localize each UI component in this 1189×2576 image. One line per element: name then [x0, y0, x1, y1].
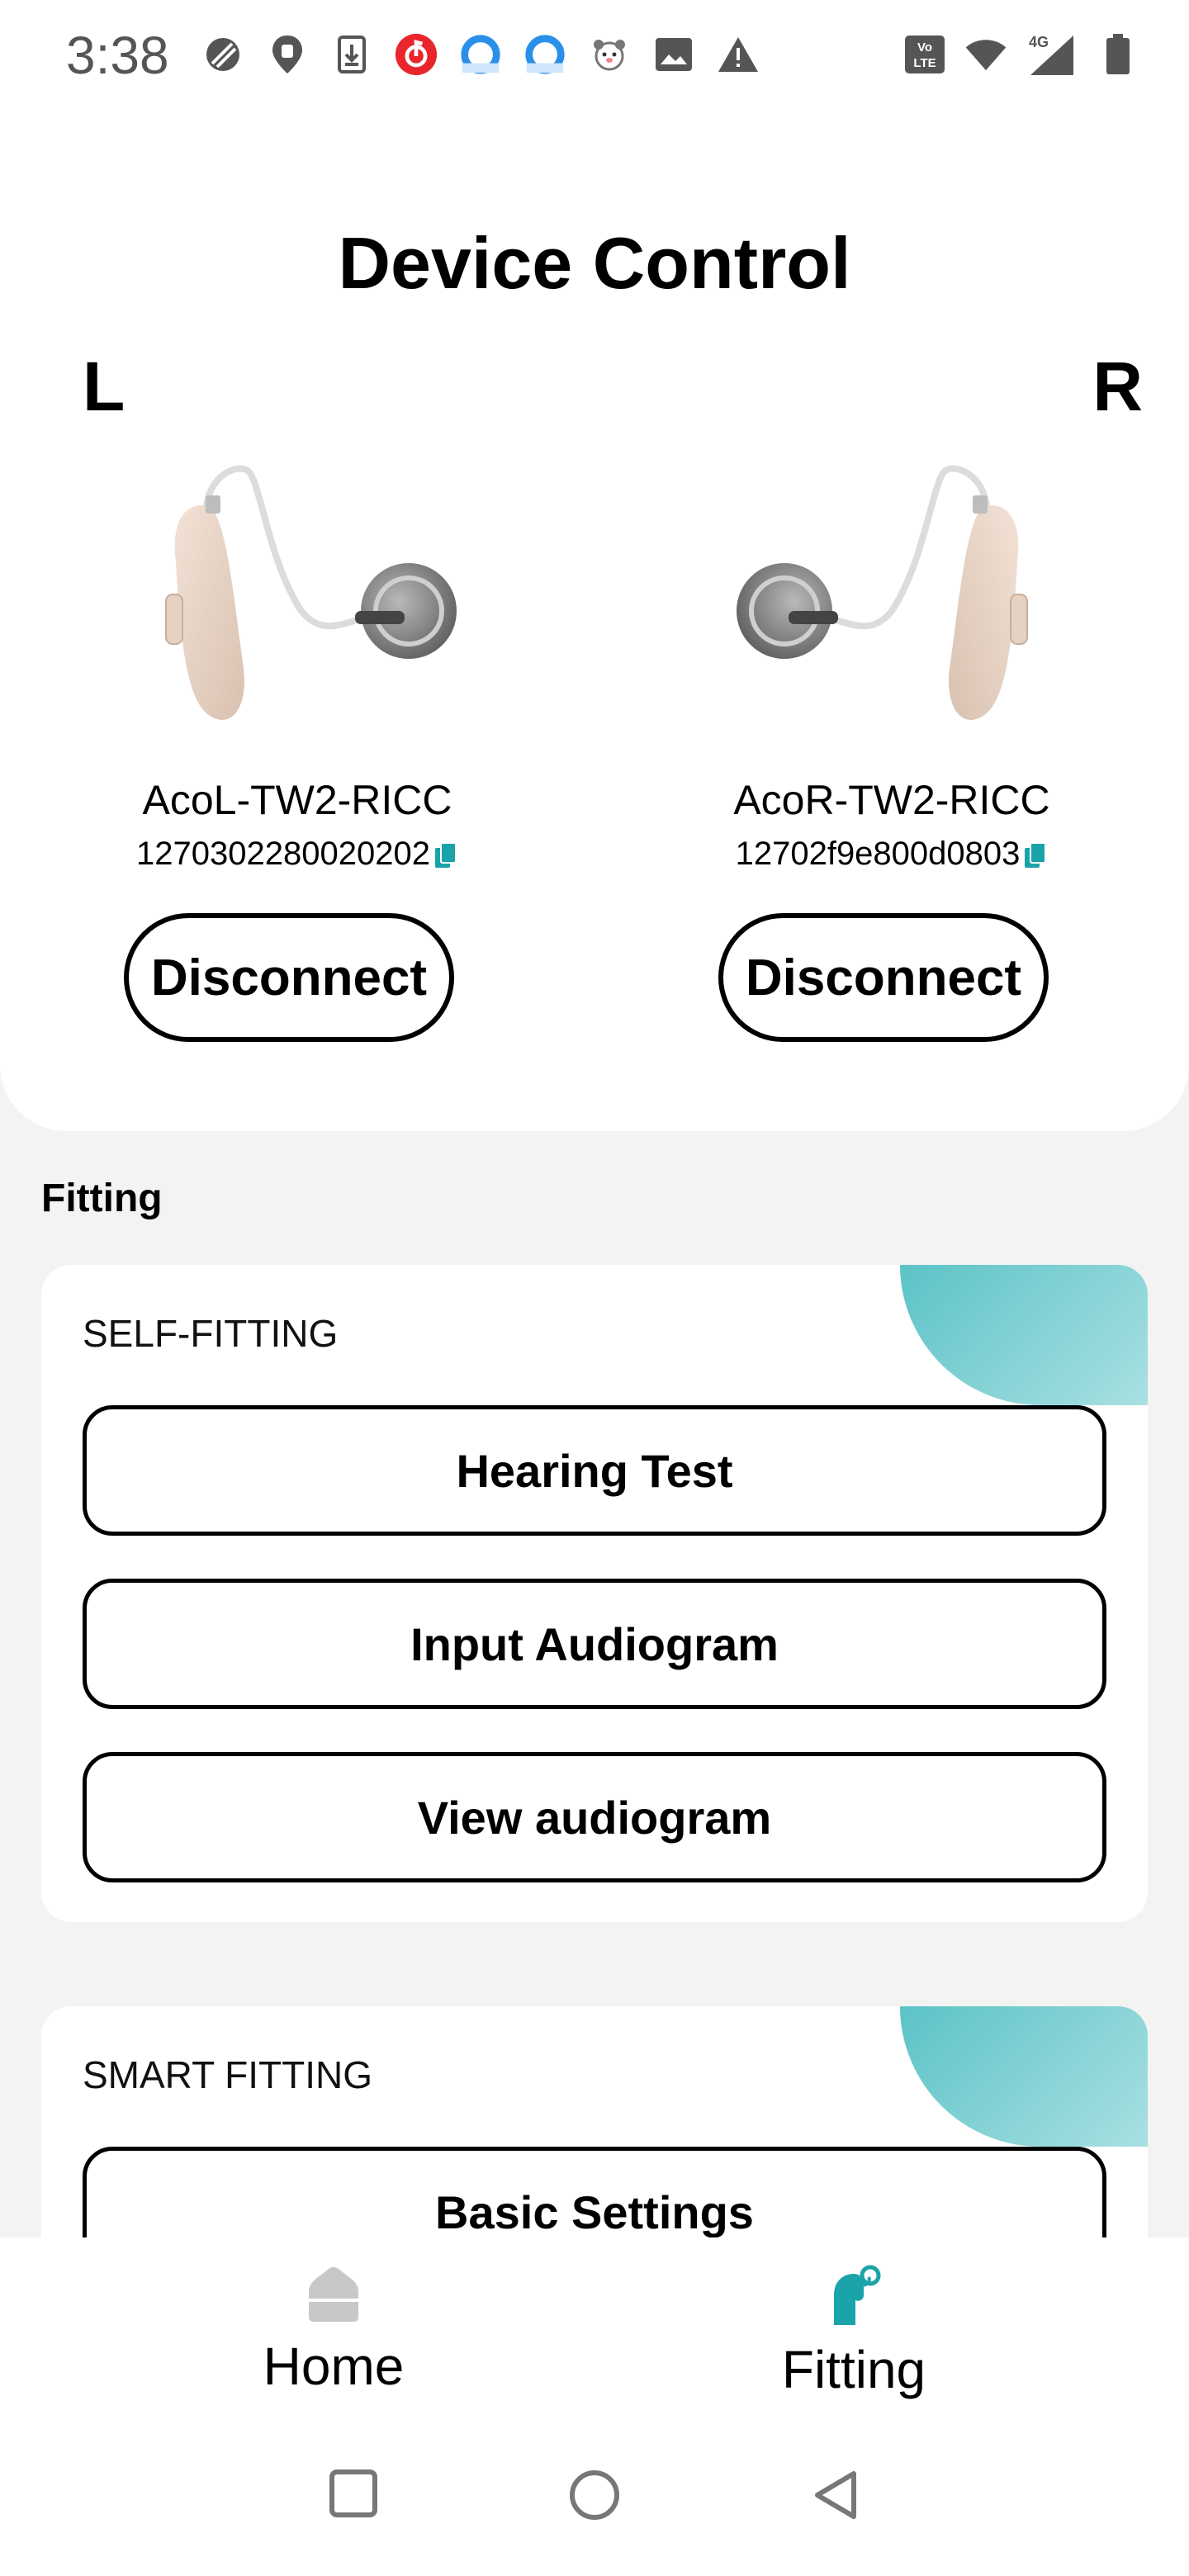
- page-title: Device Control: [338, 222, 851, 304]
- music-icon: [395, 33, 438, 76]
- left-disconnect-button[interactable]: Disconnect: [124, 913, 454, 1042]
- copy-icon[interactable]: [1023, 841, 1048, 869]
- pet-icon: [588, 33, 631, 76]
- nav-home-label: Home: [263, 2337, 405, 2396]
- notification-icons: [201, 33, 760, 76]
- system-status-icons: Vo LTE 4G: [903, 33, 1139, 76]
- browser-icon: [523, 33, 566, 76]
- left-hearing-aid-image: [144, 462, 458, 743]
- warning-icon: [717, 33, 760, 76]
- home-icon: [302, 2266, 365, 2328]
- smart-fitting-title: SMART FITTING: [83, 2053, 372, 2096]
- volte-icon: Vo LTE: [903, 33, 946, 76]
- right-side-label: R: [1092, 348, 1143, 425]
- status-bar: 3:38 Vo LTE 4G: [0, 0, 1189, 116]
- right-hearing-aid-image: [735, 462, 1049, 743]
- card-decoration: [900, 1265, 1148, 1405]
- input-audiogram-button[interactable]: Input Audiogram: [83, 1579, 1106, 1709]
- left-device-name: AcoL-TW2-RICC: [142, 777, 452, 823]
- nav-home[interactable]: Home: [168, 2262, 499, 2397]
- fitting-section-title: Fitting: [41, 1177, 163, 1220]
- nav-fitting-label: Fitting: [781, 2340, 926, 2399]
- dnd-icon: [201, 33, 244, 76]
- browser-icon: [459, 33, 502, 76]
- back-button[interactable]: [811, 2469, 860, 2526]
- right-serial-text: 12702f9e800d0803: [735, 836, 1021, 872]
- left-device-serial: 1270302280020202: [66, 836, 528, 873]
- download-icon: [330, 33, 373, 76]
- card-decoration: [900, 2006, 1148, 2147]
- left-side-label: L: [83, 348, 126, 425]
- nav-fitting[interactable]: Fitting: [689, 2262, 1019, 2400]
- image-icon: [652, 33, 695, 76]
- recents-button[interactable]: [329, 2469, 378, 2522]
- left-serial-text: 1270302280020202: [136, 836, 430, 872]
- self-fitting-card: SELF-FITTING Hearing Test Input Audiogra…: [41, 1265, 1148, 1922]
- svg-text:LTE: LTE: [913, 56, 936, 70]
- signal-4g-icon: 4G: [1026, 33, 1078, 76]
- copy-icon[interactable]: [433, 841, 458, 869]
- hearing-aid-icon: [822, 2265, 885, 2332]
- right-device-name: AcoR-TW2-RICC: [733, 777, 1050, 823]
- svg-text:4G: 4G: [1029, 34, 1049, 50]
- right-device-serial: 12702f9e800d0803: [661, 836, 1123, 873]
- svg-text:Vo: Vo: [917, 40, 932, 54]
- home-system-button[interactable]: [568, 2469, 621, 2526]
- status-time: 3:38: [66, 26, 169, 85]
- hearing-test-button[interactable]: Hearing Test: [83, 1405, 1106, 1536]
- view-audiogram-button[interactable]: View audiogram: [83, 1752, 1106, 1882]
- right-disconnect-button[interactable]: Disconnect: [718, 913, 1049, 1042]
- wifi-icon: [964, 33, 1007, 76]
- battery-icon: [1097, 33, 1139, 76]
- self-fitting-title: SELF-FITTING: [83, 1312, 339, 1355]
- location-icon: [266, 33, 309, 76]
